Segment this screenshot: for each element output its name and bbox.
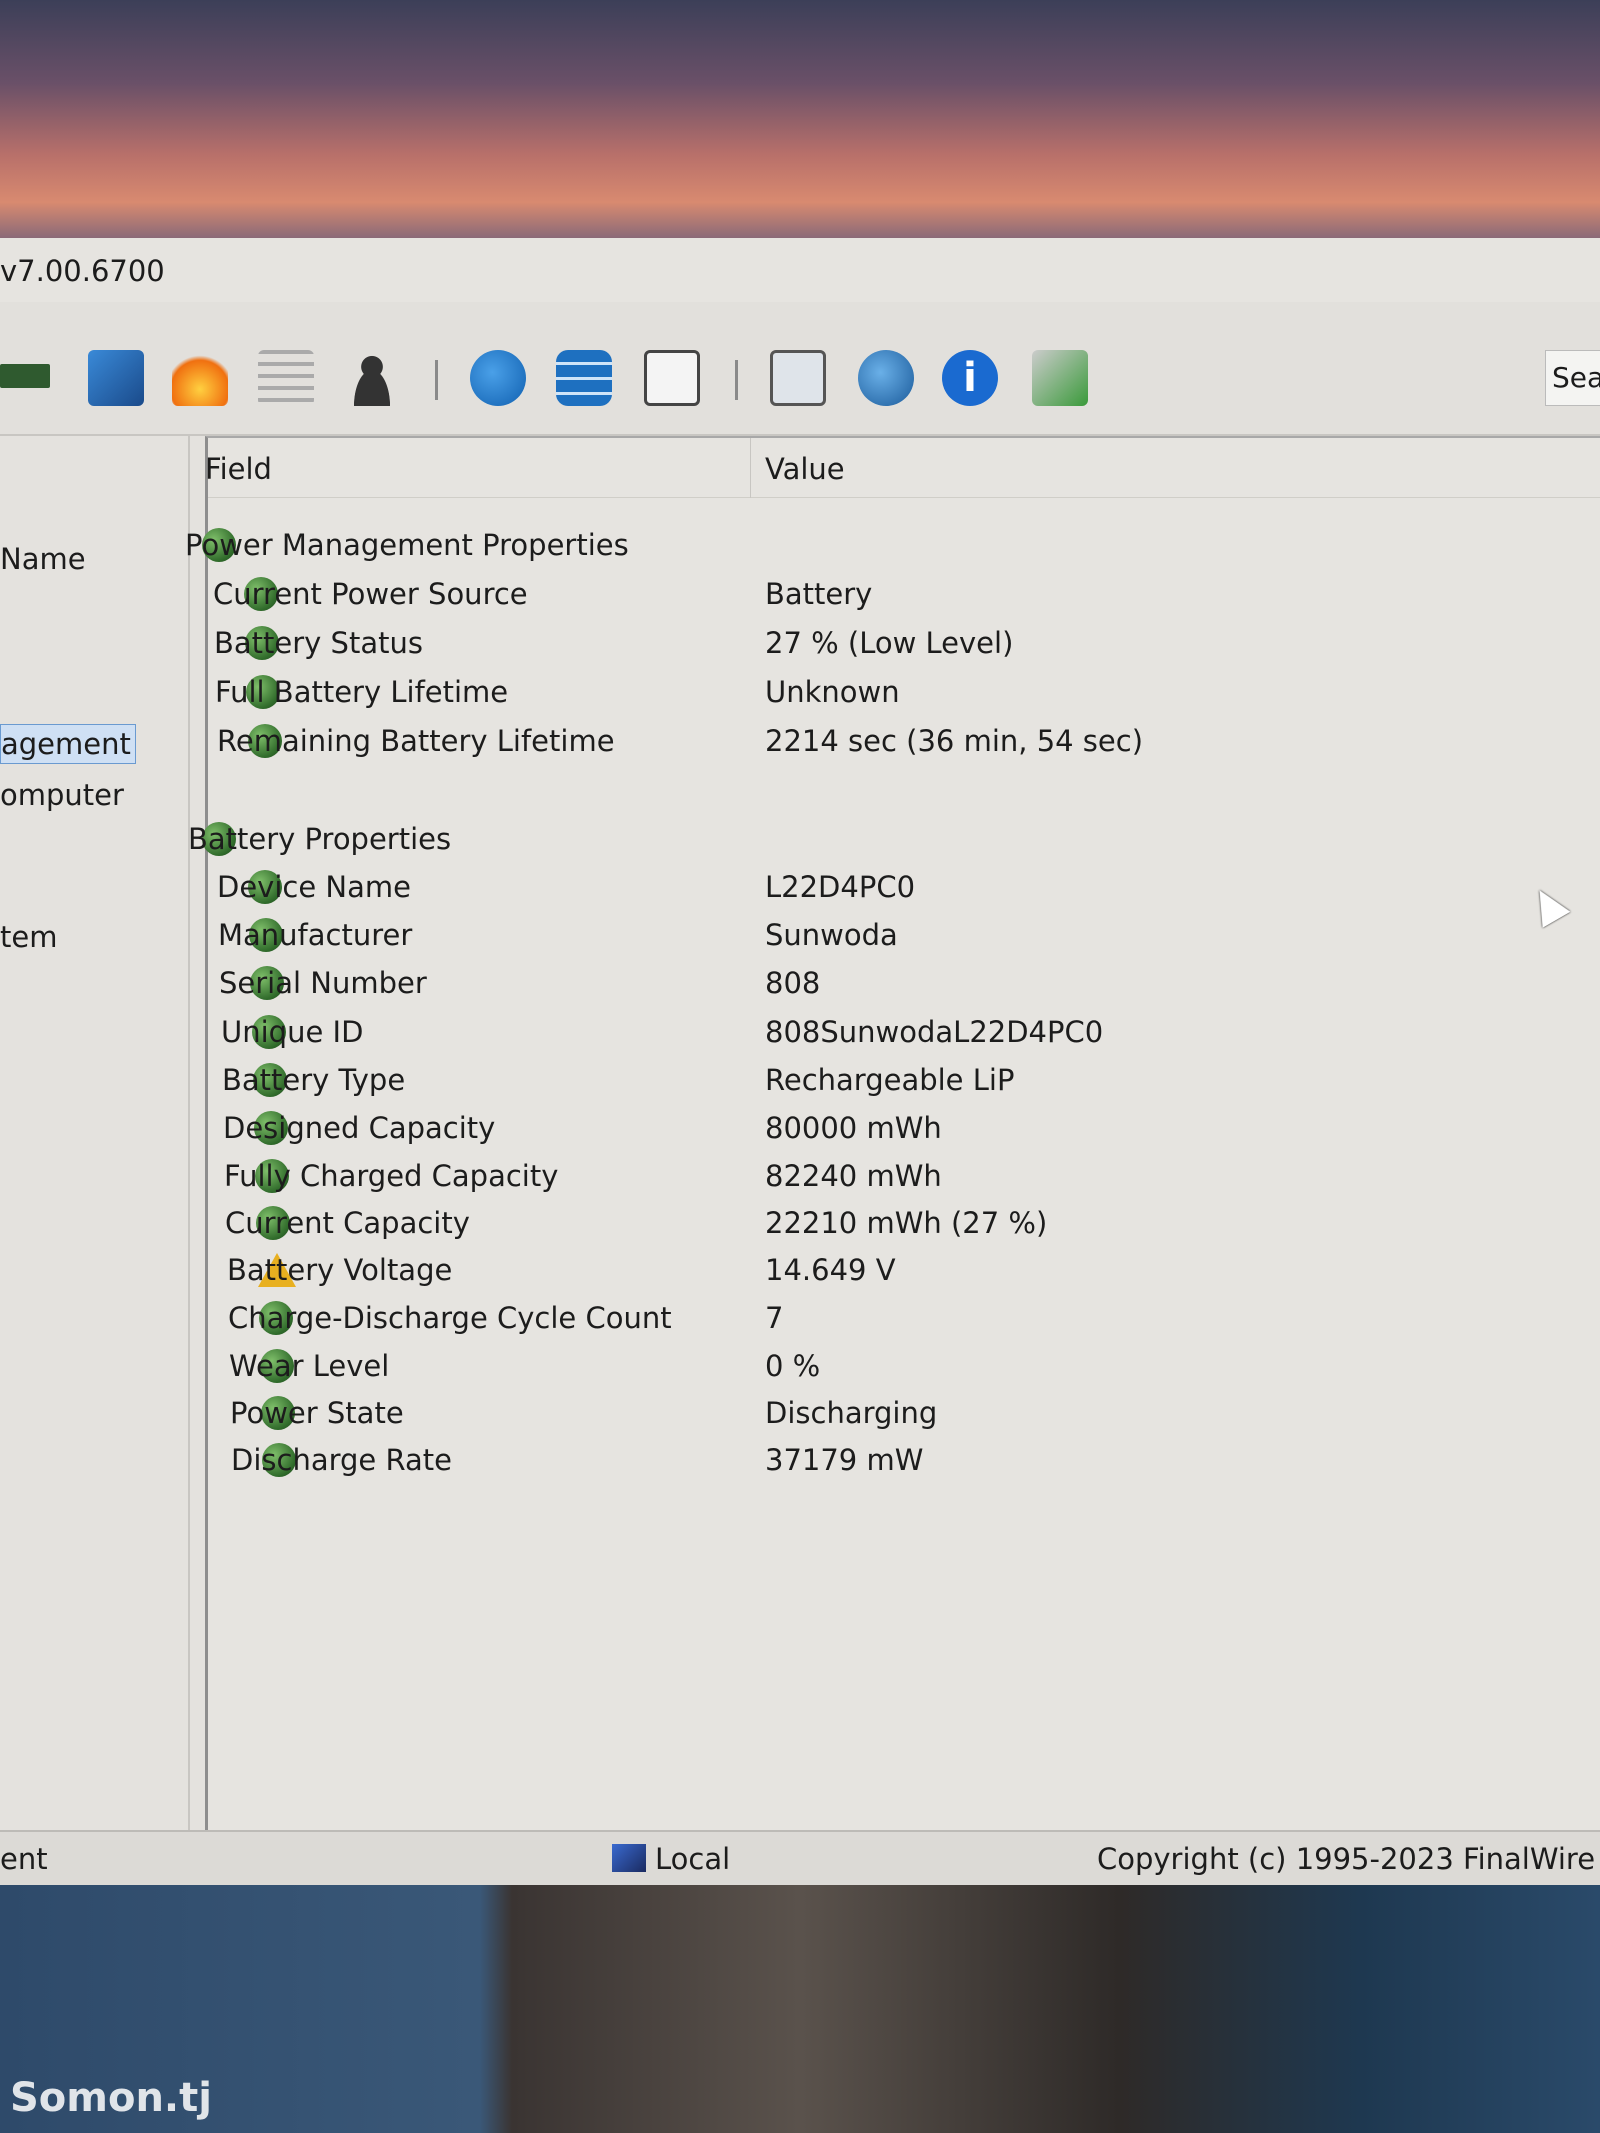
field-value: 80000 mWh	[765, 1111, 942, 1145]
table-row[interactable]: Fully Charged Capacity 82240 mWh	[208, 1155, 1600, 1199]
group-header[interactable]: Battery Properties	[188, 818, 1600, 862]
column-divider[interactable]	[750, 438, 751, 498]
navigation-tree: Name agement omputer tem	[0, 436, 190, 1830]
field-value: 14.649 V	[765, 1253, 896, 1287]
table-header: Field Value	[205, 438, 1600, 498]
field-label: Unique ID	[221, 1015, 364, 1049]
table-row[interactable]: Designed Capacity 80000 mWh	[208, 1107, 1600, 1151]
title-bar: v7.00.6700	[0, 238, 1600, 302]
remote-icon[interactable]	[1032, 350, 1088, 406]
toolbar-separator	[435, 360, 438, 400]
search-input[interactable]: Sea	[1545, 350, 1600, 406]
field-label: Manufacturer	[218, 918, 413, 952]
field-value: 82240 mWh	[765, 1159, 942, 1193]
field-label: Remaining Battery Lifetime	[217, 724, 615, 758]
status-local: Local	[655, 1842, 731, 1876]
desktop-wallpaper	[0, 1885, 1600, 2133]
field-value: 27 % (Low Level)	[765, 626, 1014, 660]
watermark: Somon.tj	[10, 2075, 212, 2121]
table-row[interactable]: Manufacturer Sunwoda	[208, 914, 1600, 958]
nav-item-selected[interactable]: agement	[0, 724, 136, 764]
field-value: Battery	[765, 577, 873, 611]
stress-test-icon[interactable]	[172, 350, 228, 406]
table-row[interactable]: Device Name L22D4PC0	[208, 866, 1600, 910]
desktop-wallpaper	[0, 0, 1600, 238]
field-value: Discharging	[765, 1396, 938, 1430]
status-copyright: Copyright (c) 1995-2023 FinalWire Ltd.	[1097, 1842, 1600, 1876]
table-row[interactable]: Battery Status 27 % (Low Level)	[208, 622, 1600, 666]
field-label: Wear Level	[229, 1349, 390, 1383]
field-label: Serial Number	[219, 966, 427, 1000]
table-row[interactable]: Discharge Rate 37179 mW	[208, 1439, 1600, 1483]
field-value: 808SunwodaL22D4PC0	[765, 1015, 1104, 1049]
field-value: L22D4PC0	[765, 870, 916, 904]
field-value: 7	[765, 1301, 784, 1335]
field-value: 808	[765, 966, 821, 1000]
field-label: Battery Type	[222, 1063, 406, 1097]
nav-item[interactable]: omputer	[0, 778, 124, 812]
field-label: Fully Charged Capacity	[224, 1159, 559, 1193]
field-value: 22210 mWh (27 %)	[765, 1206, 1048, 1240]
disk-chart-icon[interactable]	[470, 350, 526, 406]
table-row[interactable]: Remaining Battery Lifetime 2214 sec (36 m…	[208, 720, 1600, 764]
field-value: 37179 mW	[765, 1443, 924, 1477]
field-label: Battery Voltage	[227, 1253, 453, 1287]
field-label: Current Power Source	[213, 577, 528, 611]
table-row[interactable]: Power State Discharging	[208, 1392, 1600, 1436]
table-row[interactable]: Unique ID 808SunwodaL22D4PC0	[208, 1011, 1600, 1055]
column-header-field[interactable]: Field	[205, 452, 272, 486]
table-row[interactable]: Serial Number 808	[208, 962, 1600, 1006]
table-row[interactable]: Battery Voltage 14.649 V	[208, 1249, 1600, 1293]
computer-icon[interactable]	[88, 350, 144, 406]
field-label: Power State	[230, 1396, 404, 1430]
info-icon[interactable]: i	[942, 350, 998, 406]
field-label: Power Management Properties	[185, 528, 629, 562]
field-value: 2214 sec (36 min, 54 sec)	[765, 724, 1144, 758]
user-icon[interactable]	[344, 350, 400, 406]
report-icon[interactable]	[258, 350, 314, 406]
toolbar: i Sea	[0, 302, 1600, 436]
column-header-value[interactable]: Value	[765, 452, 845, 486]
field-label: Designed Capacity	[223, 1111, 496, 1145]
network-icon[interactable]	[858, 350, 914, 406]
window-title: v7.00.6700	[0, 254, 165, 288]
field-label: Battery Properties	[188, 822, 452, 856]
field-label: Current Capacity	[225, 1206, 470, 1240]
table-row[interactable]: Wear Level 0 %	[208, 1345, 1600, 1389]
field-value: 0 %	[765, 1349, 821, 1383]
benchmark-icon[interactable]	[770, 350, 826, 406]
memory-icon[interactable]	[0, 364, 50, 388]
field-label: Charge-Discharge Cycle Count	[228, 1301, 672, 1335]
status-left: ent	[0, 1842, 48, 1876]
field-value: Sunwoda	[765, 918, 898, 952]
group-header[interactable]: Power Management Properties	[185, 524, 1600, 568]
field-value: Unknown	[765, 675, 900, 709]
status-bar: ent Local Copyright (c) 1995-2023 FinalW…	[0, 1830, 1600, 1885]
field-label: Battery Status	[214, 626, 423, 660]
table-row[interactable]: Battery Type Rechargeable LiP	[208, 1059, 1600, 1103]
field-label: Full Battery Lifetime	[215, 675, 509, 709]
nav-item[interactable]: tem	[0, 920, 57, 954]
table-row[interactable]: Full Battery Lifetime Unknown	[208, 671, 1600, 715]
database-icon[interactable]	[556, 350, 612, 406]
computer-icon	[612, 1844, 646, 1872]
table-row[interactable]: Current Capacity 22210 mWh (27 %)	[208, 1202, 1600, 1246]
nav-item[interactable]: Name	[0, 542, 86, 576]
field-label: Discharge Rate	[231, 1443, 452, 1477]
details-panel: Field Value Power Management Properties C…	[185, 436, 1600, 1830]
field-value: Rechargeable LiP	[765, 1063, 1015, 1097]
field-label: Device Name	[217, 870, 411, 904]
table-row[interactable]: Current Power Source Battery	[208, 573, 1600, 617]
table-row[interactable]: Charge-Discharge Cycle Count 7	[208, 1297, 1600, 1341]
toolbar-separator	[735, 360, 738, 400]
schedule-icon[interactable]	[644, 350, 700, 406]
